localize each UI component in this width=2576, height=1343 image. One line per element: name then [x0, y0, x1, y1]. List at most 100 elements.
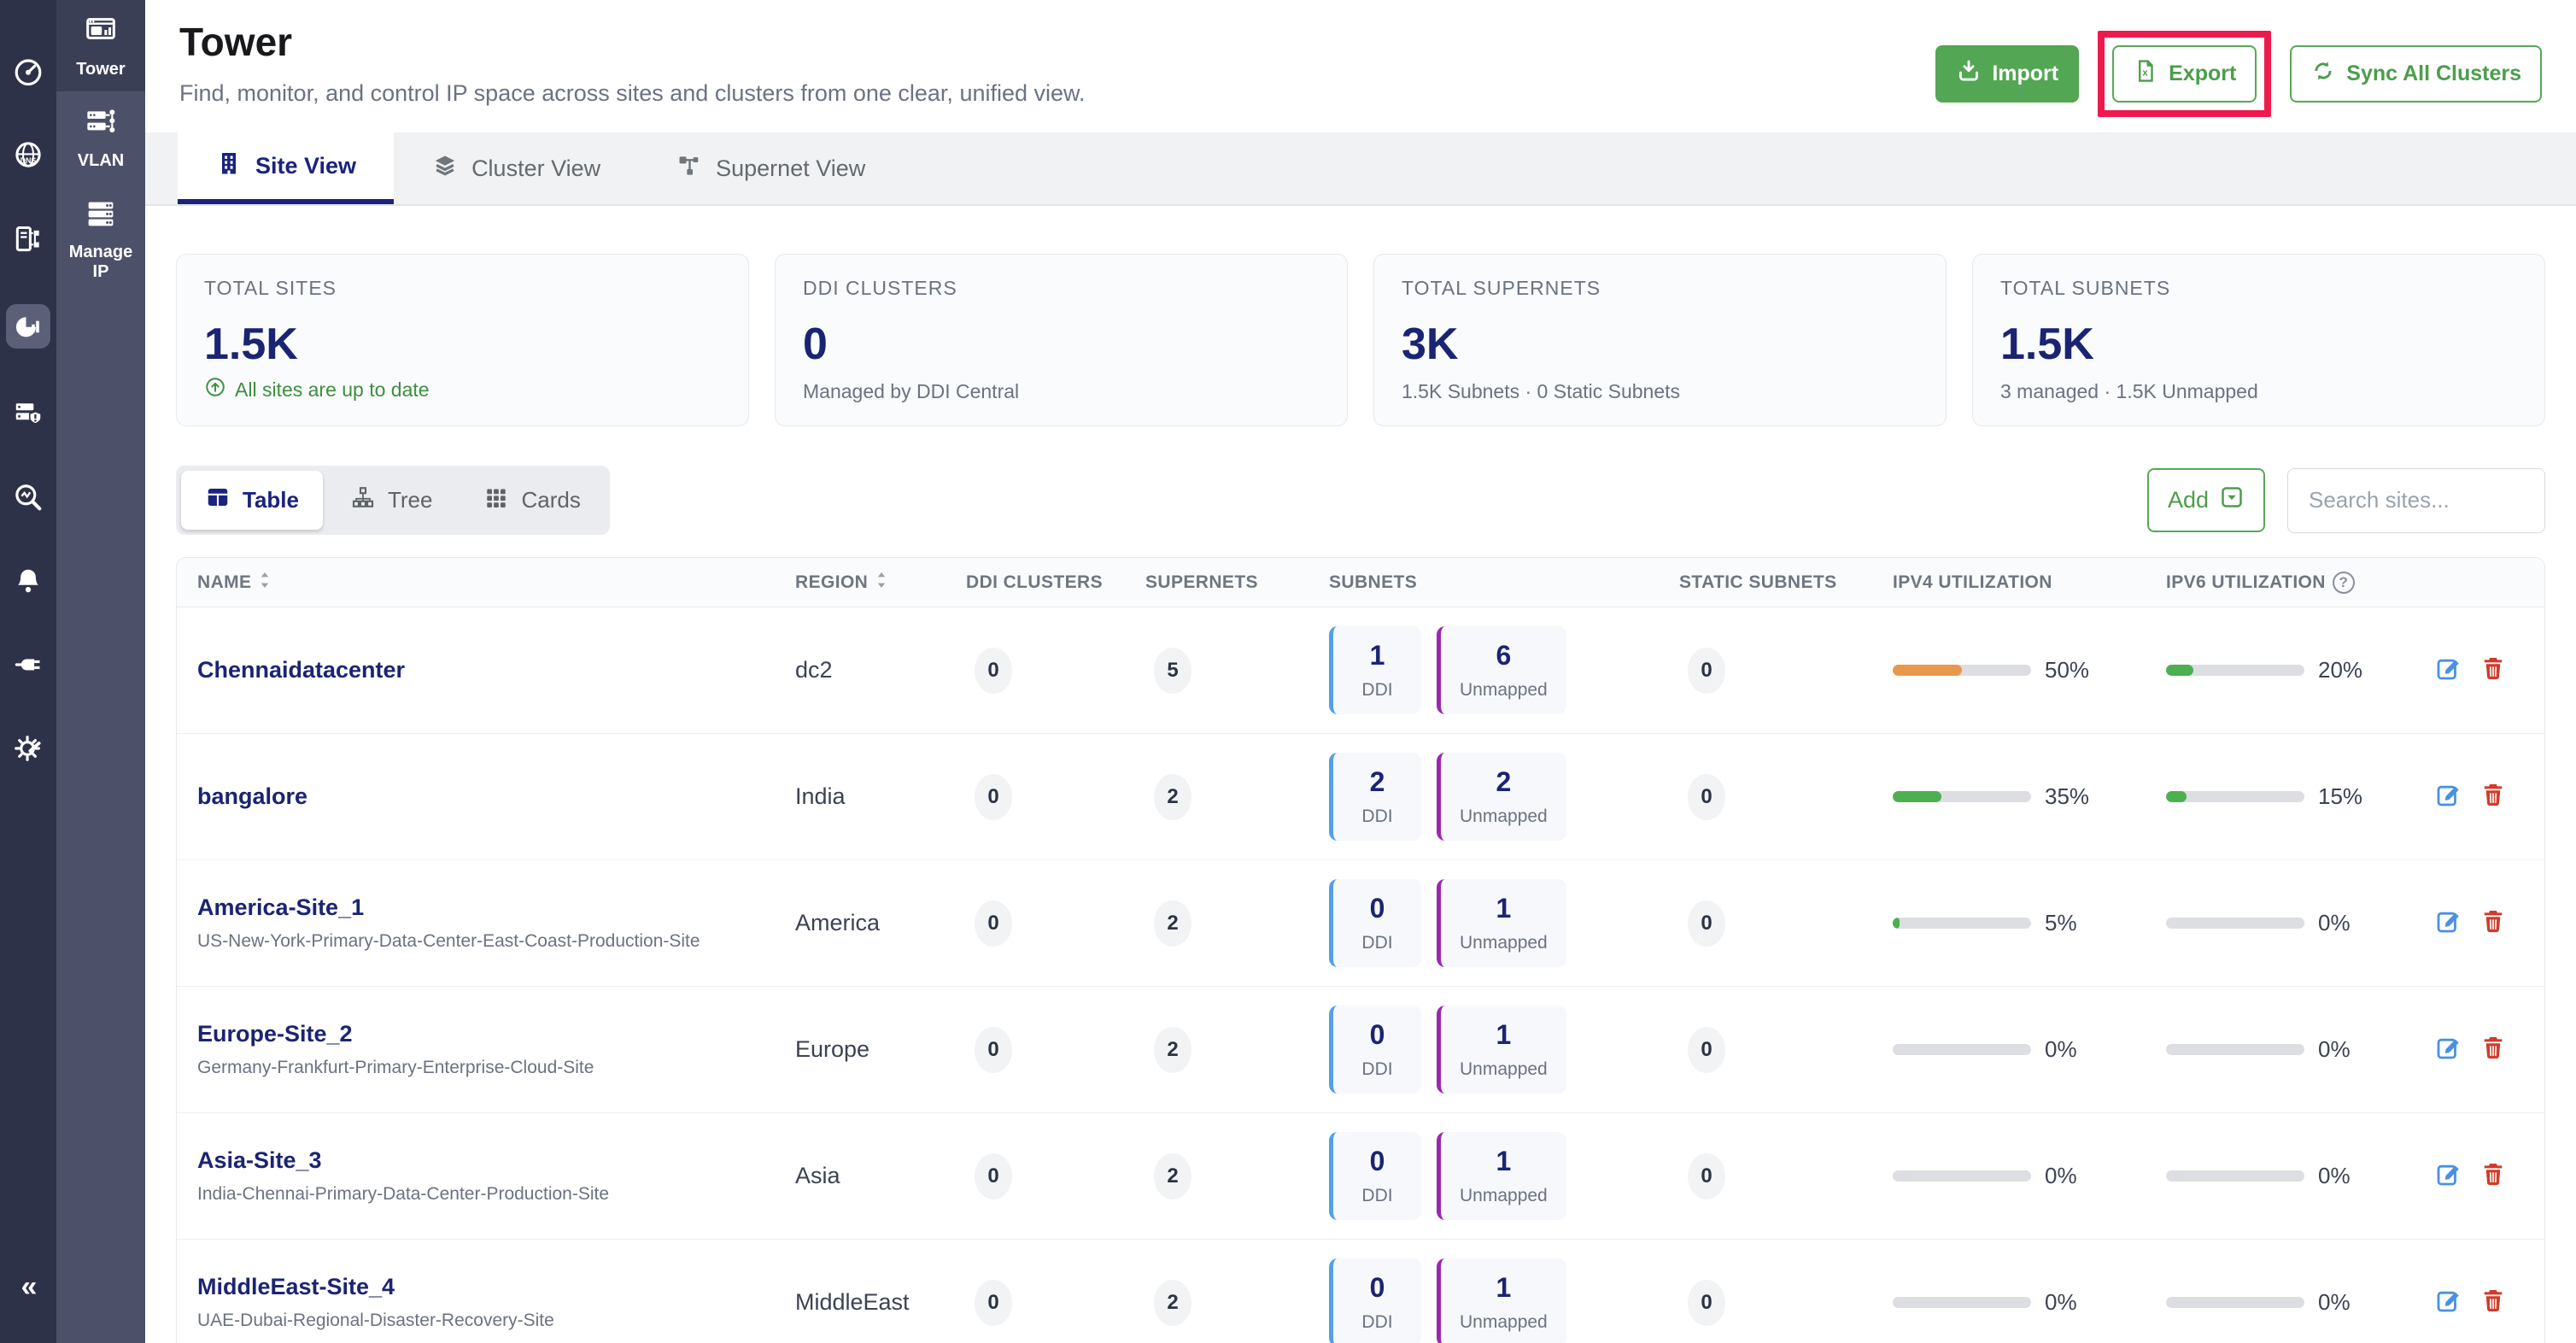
tree-icon — [350, 484, 376, 516]
icon-rail: DNS « — [0, 0, 56, 1343]
search-sites-input[interactable] — [2287, 467, 2545, 533]
site-name-cell: MiddleEast-Site_4 UAE-Dubai-Regional-Dis… — [197, 1274, 795, 1331]
sidebar-item-tower[interactable]: Tower — [56, 0, 145, 91]
tab-site-view[interactable]: Site View — [178, 132, 395, 204]
svg-text:DNS: DNS — [20, 156, 37, 165]
ipv4-progress-track — [1893, 1297, 2031, 1308]
add-button[interactable]: Add — [2146, 468, 2265, 532]
unmapped-subnets-box: 1 Unmapped — [1437, 1132, 1566, 1220]
site-name-link[interactable]: Chennaidatacenter — [197, 657, 795, 683]
edit-icon[interactable] — [2435, 1034, 2462, 1065]
ddi-clusters-badge: 0 — [975, 900, 1012, 947]
unmapped-subnets-count: 1 — [1496, 1019, 1512, 1050]
supernets-badge: 2 — [1154, 1026, 1191, 1073]
sidebar-item-manage-ip[interactable]: Manage IP — [56, 183, 145, 294]
view-mode-tree[interactable]: Tree — [326, 471, 457, 530]
subnets-cell: 0 DDI 1 Unmapped — [1329, 1006, 1679, 1094]
delete-icon[interactable] — [2479, 1034, 2507, 1065]
site-name-cell: Asia-Site_3 India-Chennai-Primary-Data-C… — [197, 1147, 795, 1205]
sidebar: DNS « Tower VLAN Manage IP — [0, 0, 145, 1343]
ipv4-utilization-cell: 0% — [1893, 1163, 2166, 1189]
delete-icon[interactable] — [2479, 781, 2507, 812]
ipv6-progress-track — [2166, 791, 2304, 802]
dashboard-icon[interactable] — [9, 53, 47, 91]
import-button[interactable]: Import — [1935, 45, 2080, 103]
settings-gear-icon[interactable] — [9, 730, 47, 767]
region-cell: India — [795, 783, 846, 809]
server-stack-icon — [84, 196, 118, 236]
stat-value: 3K — [1402, 320, 1459, 369]
svg-text:x: x — [2142, 68, 2148, 79]
server-security-icon[interactable] — [9, 395, 47, 432]
audit-search-icon[interactable] — [9, 478, 47, 516]
region-cell: America — [795, 910, 881, 935]
ipv6-utilization-cell: 20% — [2166, 657, 2422, 683]
edit-icon[interactable] — [2435, 654, 2462, 686]
table-grid-icon — [205, 484, 231, 516]
alerts-bell-icon[interactable] — [9, 562, 47, 600]
tab-supernet-view[interactable]: Supernet View — [638, 132, 903, 204]
view-mode-table[interactable]: Table — [181, 471, 323, 530]
site-description: UAE-Dubai-Regional-Disaster-Recovery-Sit… — [197, 1311, 554, 1330]
sort-icon[interactable] — [258, 571, 272, 595]
unmapped-subnets-label: Unmapped — [1460, 806, 1548, 826]
ddi-subnets-box: 0 DDI — [1329, 1132, 1421, 1220]
column-header-name[interactable]: NAME — [197, 571, 795, 595]
sort-icon[interactable] — [875, 571, 888, 595]
stat-footer: 1.5K Subnets · 0 Static Subnets — [1402, 380, 1681, 402]
view-mode-cards[interactable]: Cards — [460, 471, 604, 530]
tower-monitor-icon — [84, 14, 118, 53]
ipv6-utilization-cell: 0% — [2166, 910, 2422, 936]
site-name-link[interactable]: America-Site_1 — [197, 894, 795, 921]
sidebar-item-label: Manage IP — [68, 243, 133, 281]
edit-icon[interactable] — [2435, 781, 2462, 812]
site-name-link[interactable]: bangalore — [197, 783, 795, 810]
ipv6-percent: 0% — [2318, 1289, 2351, 1315]
delete-icon[interactable] — [2479, 1287, 2507, 1318]
ipv4-progress-fill — [1893, 665, 1962, 676]
edit-icon[interactable] — [2435, 907, 2462, 939]
ddi-subnets-box: 1 DDI — [1329, 626, 1421, 714]
export-file-icon: x — [2133, 58, 2158, 90]
ddi-subnets-label: DDI — [1361, 1312, 1393, 1332]
site-name-link[interactable]: MiddleEast-Site_4 — [197, 1274, 795, 1300]
edit-icon[interactable] — [2435, 1287, 2462, 1318]
column-header-region[interactable]: REGION — [795, 571, 966, 595]
column-header-subnets: SUBNETS — [1329, 572, 1418, 592]
ipv4-utilization-cell: 0% — [1893, 1289, 2166, 1316]
delete-icon[interactable] — [2479, 1160, 2507, 1192]
delete-icon[interactable] — [2479, 907, 2507, 939]
supernets-badge: 2 — [1154, 900, 1191, 947]
row-actions — [2422, 1034, 2524, 1065]
table-row: Chennaidatacenter dc2 0 5 1 DDI 6 Unmapp… — [177, 607, 2544, 734]
collapse-sidebar-button[interactable]: « — [0, 1270, 56, 1304]
site-name-link[interactable]: Asia-Site_3 — [197, 1147, 795, 1174]
ipv6-percent: 20% — [2318, 657, 2363, 683]
ddi-subnets-box: 2 DDI — [1329, 753, 1421, 841]
tab-cluster-view[interactable]: Cluster View — [394, 132, 638, 204]
ipv6-percent: 0% — [2318, 910, 2351, 935]
sidebar-item-vlan[interactable]: VLAN — [56, 91, 145, 183]
supernets-badge: 2 — [1154, 1152, 1191, 1199]
ddi-subnets-count: 0 — [1369, 1146, 1385, 1176]
dhcp-document-icon[interactable] — [9, 220, 47, 258]
dns-globe-icon[interactable]: DNS — [9, 137, 47, 174]
info-icon[interactable]: ? — [2332, 571, 2355, 594]
edit-icon[interactable] — [2435, 1160, 2462, 1192]
static-subnets-badge: 0 — [1688, 647, 1725, 694]
ipv4-progress-track — [1893, 665, 2031, 676]
table-toolbar: Table Tree Cards Add — [176, 466, 2545, 535]
ipv6-progress-fill — [2166, 791, 2187, 802]
ddi-subnets-box: 0 DDI — [1329, 1258, 1421, 1343]
cards-grid-icon — [483, 484, 509, 516]
column-header-ipv6: IPV6 UTILIZATION ? — [2166, 571, 2422, 594]
ddi-subnets-count: 0 — [1369, 1019, 1385, 1050]
site-name-link[interactable]: Europe-Site_2 — [197, 1021, 795, 1047]
export-button[interactable]: x Export — [2112, 45, 2257, 103]
site-name-cell: Chennaidatacenter — [197, 657, 795, 683]
sync-all-clusters-button[interactable]: Sync All Clusters — [2290, 45, 2542, 103]
analytics-pie-icon[interactable] — [6, 304, 50, 349]
connector-plug-icon[interactable] — [9, 646, 47, 683]
row-actions — [2422, 654, 2524, 686]
delete-icon[interactable] — [2479, 654, 2507, 686]
